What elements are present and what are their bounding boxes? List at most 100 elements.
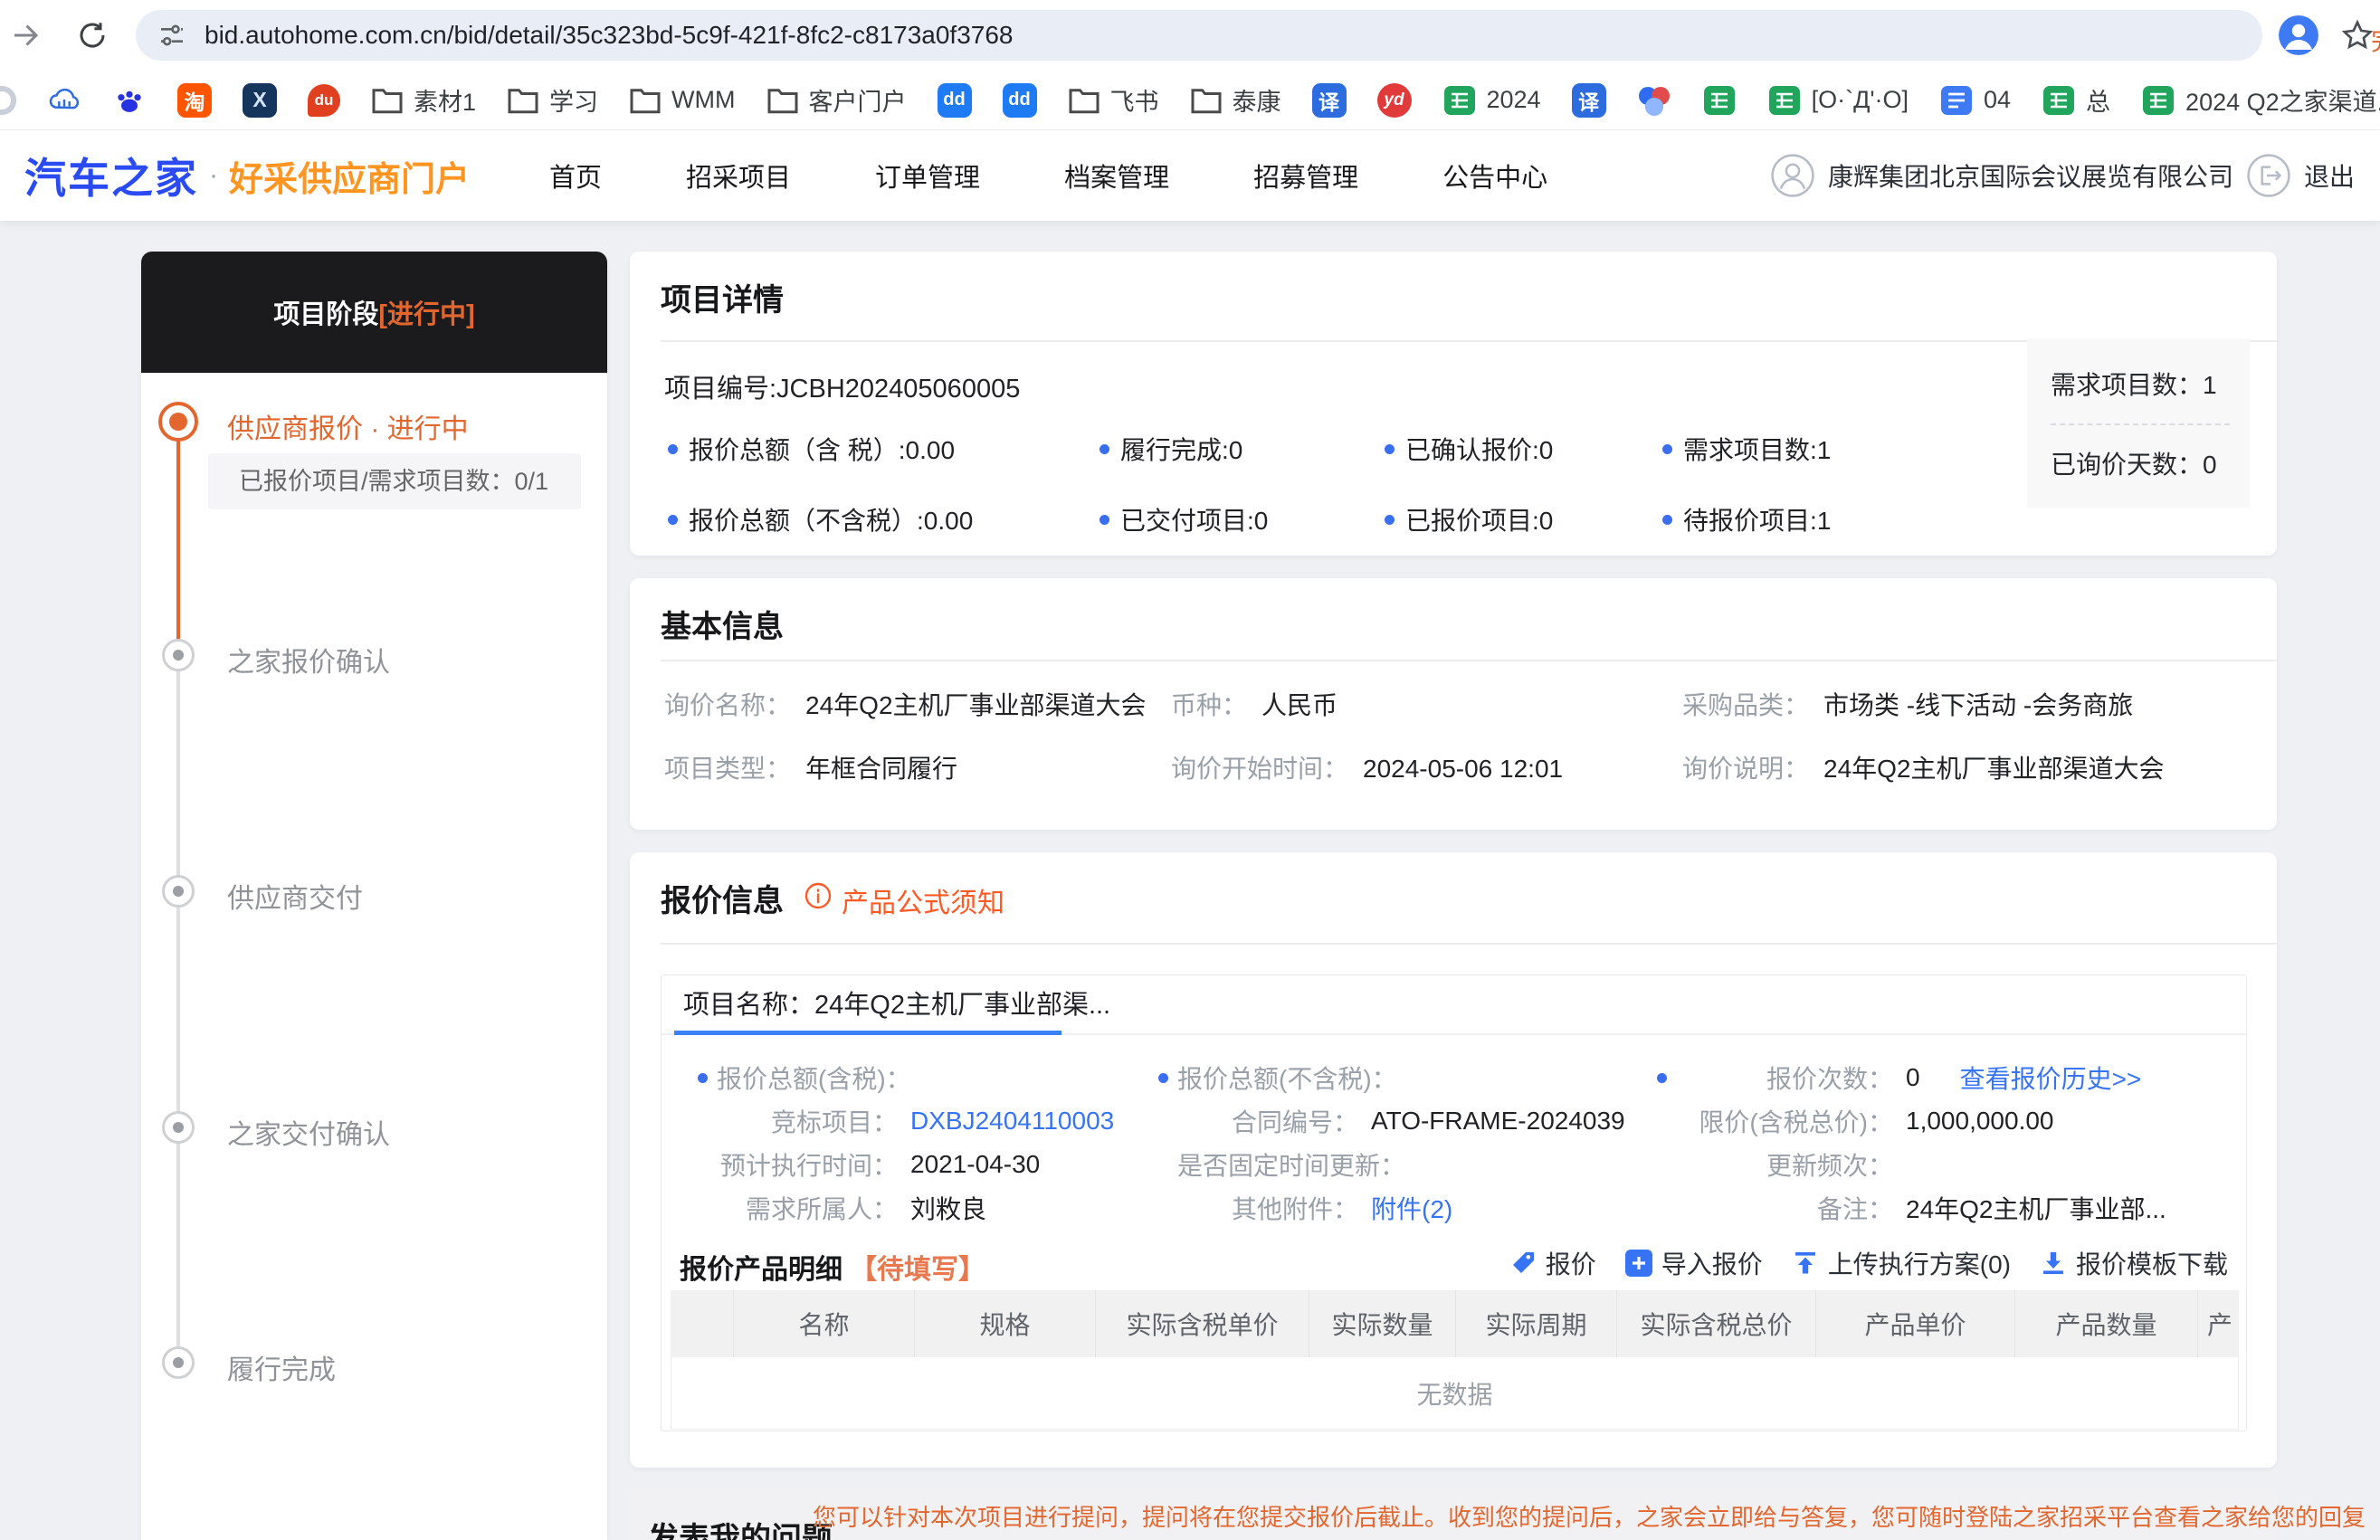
step-label-home-quote-confirm[interactable]: 之家报价确认 (227, 640, 390, 680)
quote-info-card: 报价信息 产品公式须知 项目名称：24年Q2主机厂事业部渠... 报价总额(含税… (630, 852, 2277, 1468)
bookmark-item[interactable]: 素材1 (371, 82, 476, 118)
dingtalk-icon: dd (1002, 82, 1037, 118)
bookmark-item[interactable]: 2024 (1442, 83, 1541, 118)
bookmark-item[interactable]: 译 (1311, 82, 1347, 118)
summary-value: 1 (2203, 371, 2217, 399)
bookmark-item[interactable]: dd (937, 82, 972, 118)
stage-status: [进行中] (378, 300, 475, 329)
account-icon[interactable] (1770, 153, 1815, 198)
step-label-fulfilled[interactable]: 履行完成 (227, 1347, 336, 1387)
nav-item-home[interactable]: 首页 (549, 157, 602, 195)
upload-plan-button[interactable]: 上传执行方案(0) (1792, 1245, 2011, 1281)
bookmark-item[interactable]: X (243, 82, 277, 118)
attachments-link[interactable]: 附件(2) (1371, 1190, 1452, 1226)
bid-project-link[interactable]: DXBJ2404110003 (910, 1107, 1114, 1136)
demand-summary-box: 需求项目数：1 已询价天数：0 (2027, 338, 2250, 508)
step-dot-icon (162, 875, 195, 908)
product-table-header: 名称 规格 实际含税单价 实际数量 实际周期 实际含税总价 产品单价 产品数量 … (671, 1290, 2239, 1357)
profile-avatar-icon[interactable] (2279, 15, 2318, 55)
project-code: 项目编号:JCBH202405060005 (664, 375, 1021, 404)
folder-icon (1069, 88, 1099, 113)
bookmark-item[interactable]: dd (1002, 82, 1037, 118)
stat-item: 已报价项目:0 (1385, 501, 1662, 537)
nav-item-projects[interactable]: 招采项目 (686, 157, 791, 195)
x-app-icon: X (243, 82, 277, 118)
dingtalk-icon: dd (937, 82, 972, 118)
download-icon (2040, 1250, 2067, 1277)
field-inquiry-start: 询价开始时间： 2024-05-06 12:01 (1171, 755, 1564, 783)
quote-toolbar: 报价 导入报价 上传执行方案(0) 报价模板下载 (1509, 1245, 2228, 1281)
step-label-home-delivery-confirm[interactable]: 之家交付确认 (227, 1112, 390, 1152)
profile-chip-fragment: 完 (2371, 22, 2380, 58)
bookmark-item[interactable]: 淘 (177, 82, 212, 118)
summary-value: 0 (2203, 451, 2217, 479)
folder-icon (630, 88, 661, 113)
bookmark-item[interactable]: 泰康 (1190, 82, 1281, 118)
field-inquiry-name: 询价名称： 24年Q2主机厂事业部渠道大会 (664, 691, 1147, 719)
bookmark-label: 飞书 (1109, 89, 1159, 116)
bookmark-item[interactable] (47, 83, 81, 118)
tune-icon[interactable] (157, 21, 186, 50)
product-formula-notice-link[interactable]: 产品公式须知 (842, 880, 1004, 920)
nav-item-orders[interactable]: 订单管理 (875, 157, 980, 195)
url-text[interactable]: bid.autohome.com.cn/bid/detail/35c323bd-… (205, 21, 1014, 50)
timeline-progress (176, 440, 180, 640)
portal-name: 好采供应商门户 (229, 160, 471, 199)
taobao-icon: 淘 (177, 82, 212, 118)
folder-icon (372, 88, 403, 113)
quote-button[interactable]: 报价 (1509, 1245, 1596, 1281)
bookmark-item[interactable]: 04 (1939, 83, 2011, 118)
bookmark-item[interactable] (1637, 83, 1671, 118)
site-logo[interactable]: 汽车之家 (24, 146, 198, 205)
bullet-icon (1662, 443, 1672, 454)
logo-separator: · (209, 160, 218, 190)
bookmark-star-icon[interactable] (2340, 18, 2375, 52)
import-quote-button[interactable]: 导入报价 (1624, 1245, 1763, 1281)
bookmark-item[interactable] (0, 85, 16, 115)
table-header-cell: 实际周期 (1456, 1290, 1617, 1357)
logout-icon[interactable] (2246, 153, 2291, 198)
tab-project-name[interactable]: 项目名称：24年Q2主机厂事业部渠... (683, 975, 1110, 1035)
forward-icon[interactable] (9, 19, 42, 52)
table-header-cell: 实际数量 (1309, 1290, 1456, 1357)
step-label-supplier-delivery[interactable]: 供应商交付 (227, 876, 363, 916)
bookmark-label: 客户门户 (808, 89, 907, 116)
nav-item-archives[interactable]: 档案管理 (1064, 157, 1169, 195)
quote-history-link[interactable]: 查看报价历史>> (1960, 1060, 2142, 1096)
bookmark-label: WMM (671, 86, 736, 113)
step-label-supplier-quote[interactable]: 供应商报价 · 进行中 (227, 406, 469, 446)
summary-label: 已询价天数： (2051, 451, 2204, 479)
bookmark-label: 素材1 (414, 89, 477, 116)
bookmark-label: 2024 (1486, 86, 1541, 113)
bookmark-item[interactable]: 2024 Q2之家渠道... (2141, 82, 2380, 118)
download-template-button[interactable]: 报价模板下载 (2040, 1245, 2228, 1281)
dashed-divider (2051, 423, 2230, 425)
baidu-map-pin-icon: du (308, 83, 340, 117)
nav-item-recruit[interactable]: 招募管理 (1253, 157, 1358, 195)
nav-item-announcements[interactable]: 公告中心 (1442, 157, 1547, 195)
reload-icon[interactable] (76, 19, 109, 52)
bookmark-item[interactable]: yd (1376, 82, 1412, 118)
bookmark-item[interactable]: du (308, 83, 340, 117)
bookmark-item[interactable]: 客户门户 (766, 82, 907, 118)
table-header-cell (671, 1290, 734, 1357)
baidu-paw-icon (118, 90, 141, 112)
active-tab-underline (674, 1031, 1061, 1035)
bullet-icon (698, 1072, 708, 1083)
sheet-icon (1443, 85, 1475, 115)
plus-square-icon (1624, 1250, 1652, 1277)
bookmark-item[interactable]: 学习 (507, 82, 598, 118)
quote-panel: 项目名称：24年Q2主机厂事业部渠... 报价总额(含税)： 竞标项目： DXBJ… (661, 974, 2247, 1431)
bookmark-item[interactable]: WMM (629, 86, 736, 115)
logout-button[interactable]: 退出 (2304, 157, 2355, 194)
bullet-icon (1657, 1072, 1667, 1083)
bookmark-item[interactable]: 译 (1571, 82, 1606, 118)
stat-item: 报价总额（含 税）:0.00 (668, 431, 1100, 467)
bookmark-item[interactable]: 总 (2042, 82, 2110, 118)
bullet-icon (668, 443, 678, 454)
bookmark-item[interactable]: 飞书 (1068, 82, 1159, 118)
url-bar[interactable]: bid.autohome.com.cn/bid/detail/35c323bd-… (136, 10, 2262, 61)
bookmark-item[interactable] (112, 83, 147, 118)
bookmark-item[interactable] (1702, 83, 1737, 118)
bookmark-item[interactable]: [O·`Д'·O] (1767, 83, 1909, 118)
